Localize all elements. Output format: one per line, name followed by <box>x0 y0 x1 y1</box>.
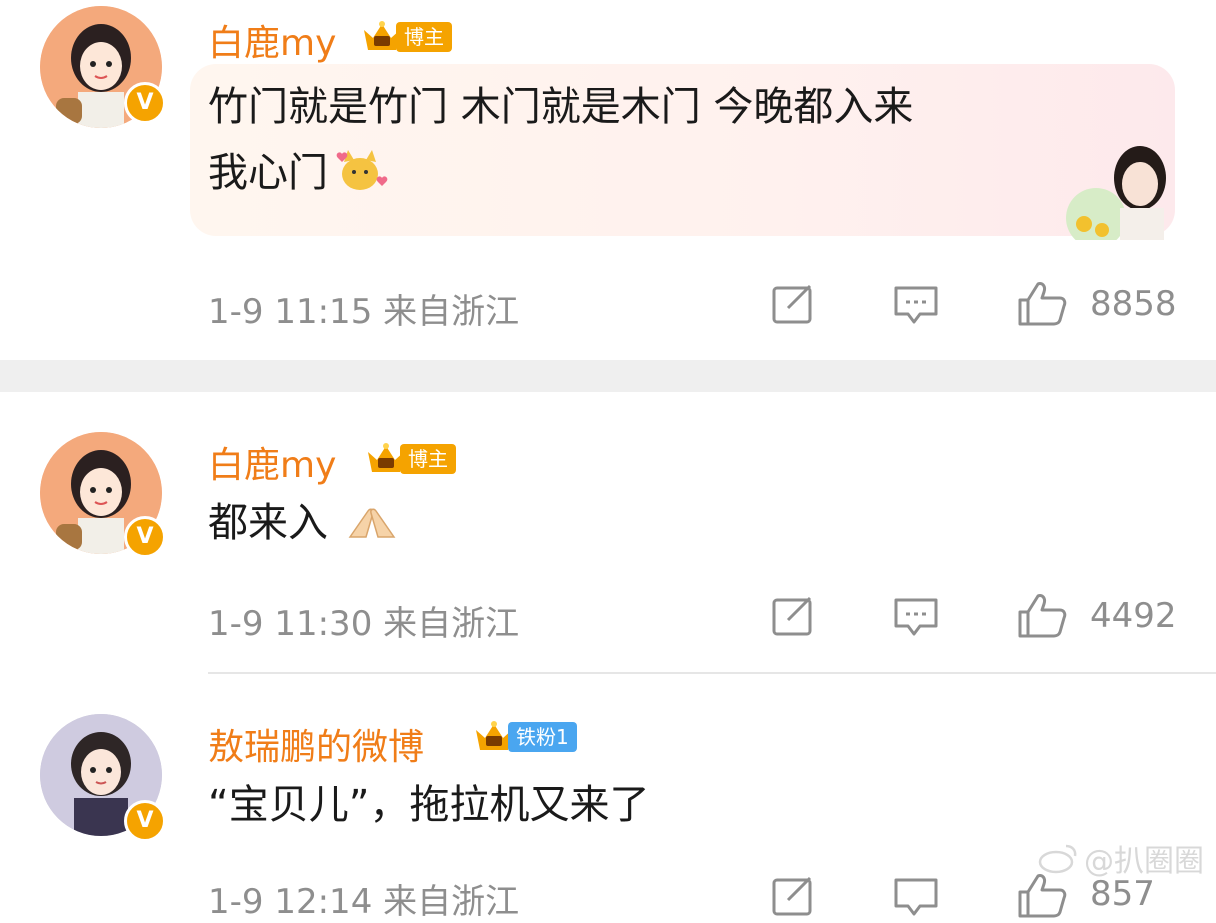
repost-icon[interactable] <box>770 874 818 918</box>
comment-timestamp: 1-9 11:15 来自浙江 <box>208 292 520 332</box>
username[interactable]: 敖瑞鹏的微博 <box>208 718 424 770</box>
pray-hands-emoji-icon <box>348 508 396 538</box>
fan-badge-label: 铁粉1 <box>508 722 577 752</box>
comment-timestamp: 1-9 11:30 来自浙江 <box>208 604 520 644</box>
comment-text: 都来入 <box>208 490 398 556</box>
blogger-badge-label: 博主 <box>400 444 456 474</box>
username[interactable]: 白鹿my <box>208 14 336 66</box>
like-count: 4492 <box>1090 596 1177 636</box>
avatar-sticker-decoration <box>1066 146 1166 240</box>
section-divider <box>0 360 1216 392</box>
comment-text: 竹门就是竹门 木门就是木门 今晚都入来 我心门 <box>208 74 913 206</box>
comment-icon[interactable] <box>892 282 940 326</box>
dog-emoji-icon <box>336 150 388 190</box>
watermark-text: @扒圈圈 <box>1084 844 1204 879</box>
comment-item: V 敖瑞鹏的微博 铁粉1 “宝贝儿”，拖拉机又来了 1-9 12:14 来自浙江… <box>0 674 1216 922</box>
blogger-badge[interactable]: 博主 <box>360 18 452 56</box>
comment-icon[interactable] <box>892 874 940 918</box>
verified-icon: V <box>124 800 166 842</box>
fan-badge[interactable]: 铁粉1 <box>472 718 577 756</box>
verified-icon: V <box>124 516 166 558</box>
comment-text-line2: 我心门 <box>208 150 328 196</box>
like-icon[interactable] <box>1016 592 1068 640</box>
weibo-logo-icon <box>1038 844 1077 874</box>
verified-icon: V <box>124 82 166 124</box>
comment-icon[interactable] <box>892 594 940 638</box>
watermark: @扒圈圈 <box>1038 836 1204 880</box>
comment-text: “宝贝儿”，拖拉机又来了 <box>208 782 650 828</box>
comment-item: V 白鹿my 博主 竹门就是竹门 木门就是木门 今晚都入来 我心门 1-9 11… <box>0 0 1216 360</box>
username[interactable]: 白鹿my <box>208 436 336 488</box>
comment-text-line: 我心门 <box>208 140 913 206</box>
comment-text-line: 竹门就是竹门 木门就是木门 今晚都入来 <box>208 84 914 130</box>
comment-text-body: 都来入 <box>208 500 328 546</box>
like-count: 8858 <box>1090 284 1177 324</box>
blogger-badge-label: 博主 <box>396 22 452 52</box>
like-icon[interactable] <box>1016 280 1068 328</box>
comment-item: V 白鹿my 博主 都来入 1-9 11:30 来自浙江 4492 <box>0 392 1216 672</box>
like-count: 857 <box>1090 874 1155 914</box>
repost-icon[interactable] <box>770 594 818 638</box>
blogger-badge[interactable]: 博主 <box>364 440 456 478</box>
repost-icon[interactable] <box>770 282 818 326</box>
comment-timestamp: 1-9 12:14 来自浙江 <box>208 882 520 922</box>
